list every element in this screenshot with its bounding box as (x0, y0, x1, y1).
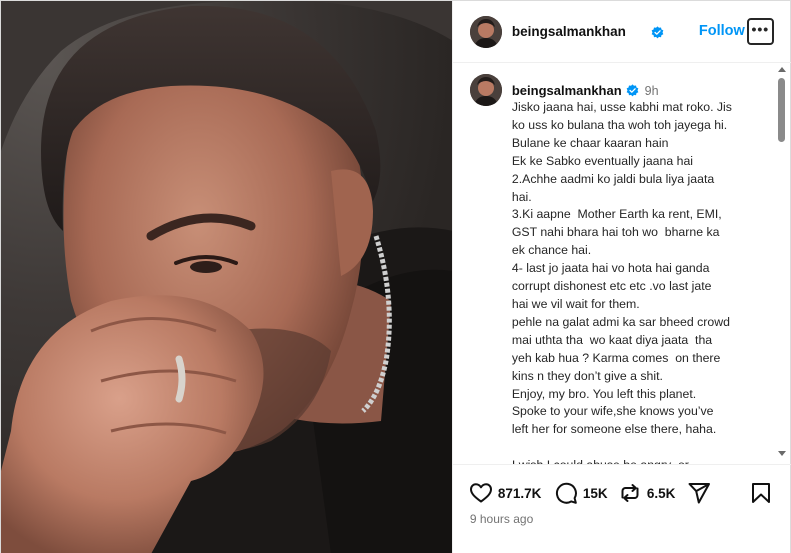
caption-line: kins n they don’t give a shit. (511, 368, 663, 383)
scroll-down-arrow-icon[interactable] (777, 451, 786, 456)
caption-line: Enjoy, my bro. You left this planet. (511, 386, 697, 401)
verified-badge-icon (651, 26, 664, 39)
caption-line: Bulane ke chaar kaaran hain (511, 135, 669, 150)
caption-line: 2.Achhe aadmi ko jaldi bula liya jaata (511, 171, 715, 186)
heart-icon (469, 483, 492, 503)
post-header: beingsalmankhan Follow ••• (452, 1, 791, 63)
caption-line: pehle na galat admi ka sar bheed crowd (511, 314, 730, 329)
post-details-panel: beingsalmankhan Follow ••• beingsalmankh… (451, 1, 791, 553)
caption-line: hai we vil wait for them. (511, 296, 640, 311)
repost-icon (621, 484, 639, 502)
caption-time: 9h (644, 84, 659, 98)
post-actions: 871.7K 15K 6.5K 9 hours ago (452, 464, 791, 553)
avatar-image (469, 16, 502, 48)
send-icon (688, 483, 710, 504)
comment-count[interactable]: 15K (583, 486, 608, 501)
caption-line: I wish I could abuse be angry or (512, 457, 782, 464)
posted-time[interactable]: 9 hours ago (470, 512, 533, 526)
comments-section[interactable]: beingsalmankhan 9h Jisko jaana hai, usse… (453, 64, 791, 464)
caption-line: ko uss ko bulana tha woh toh jayega hi. (511, 117, 728, 132)
caption-line: hai. (511, 189, 532, 204)
more-options-icon: ••• (751, 20, 770, 37)
caption-line: 3.Ki aapne Mother Earth ka rent, EMI, (511, 207, 722, 222)
comment-button[interactable]: 15K (554, 481, 608, 505)
caption-username[interactable]: beingsalmankhan (512, 83, 622, 98)
avatar-image (469, 74, 502, 106)
caption-line (512, 439, 782, 457)
caption-line: GST nahi bhara hai toh wo bharne ka (511, 225, 720, 240)
more-options-button[interactable]: ••• (746, 18, 774, 45)
caption-line: Jisko jaana hai, usse kabhi mat roko. Ji… (511, 100, 732, 114)
caption-text: Jisko jaana hai, usse kabhi mat roko. Ji… (512, 99, 782, 464)
post-image (1, 1, 452, 553)
repost-button[interactable]: 6.5K (618, 481, 676, 505)
header-verified (651, 24, 664, 42)
header-username[interactable]: beingsalmankhan (512, 24, 626, 39)
scroll-up-arrow-icon[interactable] (777, 67, 786, 72)
comment-icon (555, 482, 577, 504)
verified-badge-icon (626, 84, 639, 97)
avatar[interactable] (469, 16, 502, 48)
caption-line: yeh kab hua ? Karma comes on there (511, 350, 721, 365)
caption-line: ek chance hai. (511, 243, 592, 258)
caption-author: beingsalmankhan 9h (512, 82, 659, 100)
save-button[interactable] (749, 481, 773, 505)
follow-button[interactable]: Follow (699, 23, 745, 39)
caption-avatar[interactable] (469, 74, 502, 106)
caption-line: corrupt dishonest etc etc .vo last jate (511, 279, 712, 294)
bookmark-icon (751, 483, 770, 503)
like-count[interactable]: 871.7K (498, 486, 542, 501)
scroll-thumb[interactable] (777, 78, 785, 142)
instagram-post: beingsalmankhan Follow ••• beingsalmankh… (0, 0, 791, 553)
caption-line: left her for someone else there, haha. (511, 422, 717, 437)
caption-line: Ek ke Sabko eventually jaana hai (511, 153, 694, 168)
post-photo[interactable] (1, 1, 452, 553)
like-button[interactable]: 871.7K (469, 481, 542, 505)
repost-count[interactable]: 6.5K (647, 486, 676, 501)
caption-line: mai uthta tha wo kaat diya jaata tha (511, 332, 713, 347)
comments-scrollbar[interactable] (774, 64, 789, 464)
share-button[interactable] (687, 481, 711, 505)
caption-line: Spoke to your wife,she knows you’ve (511, 404, 714, 419)
caption-line: 4- last jo jaata hai vo hota hai ganda (511, 261, 710, 276)
